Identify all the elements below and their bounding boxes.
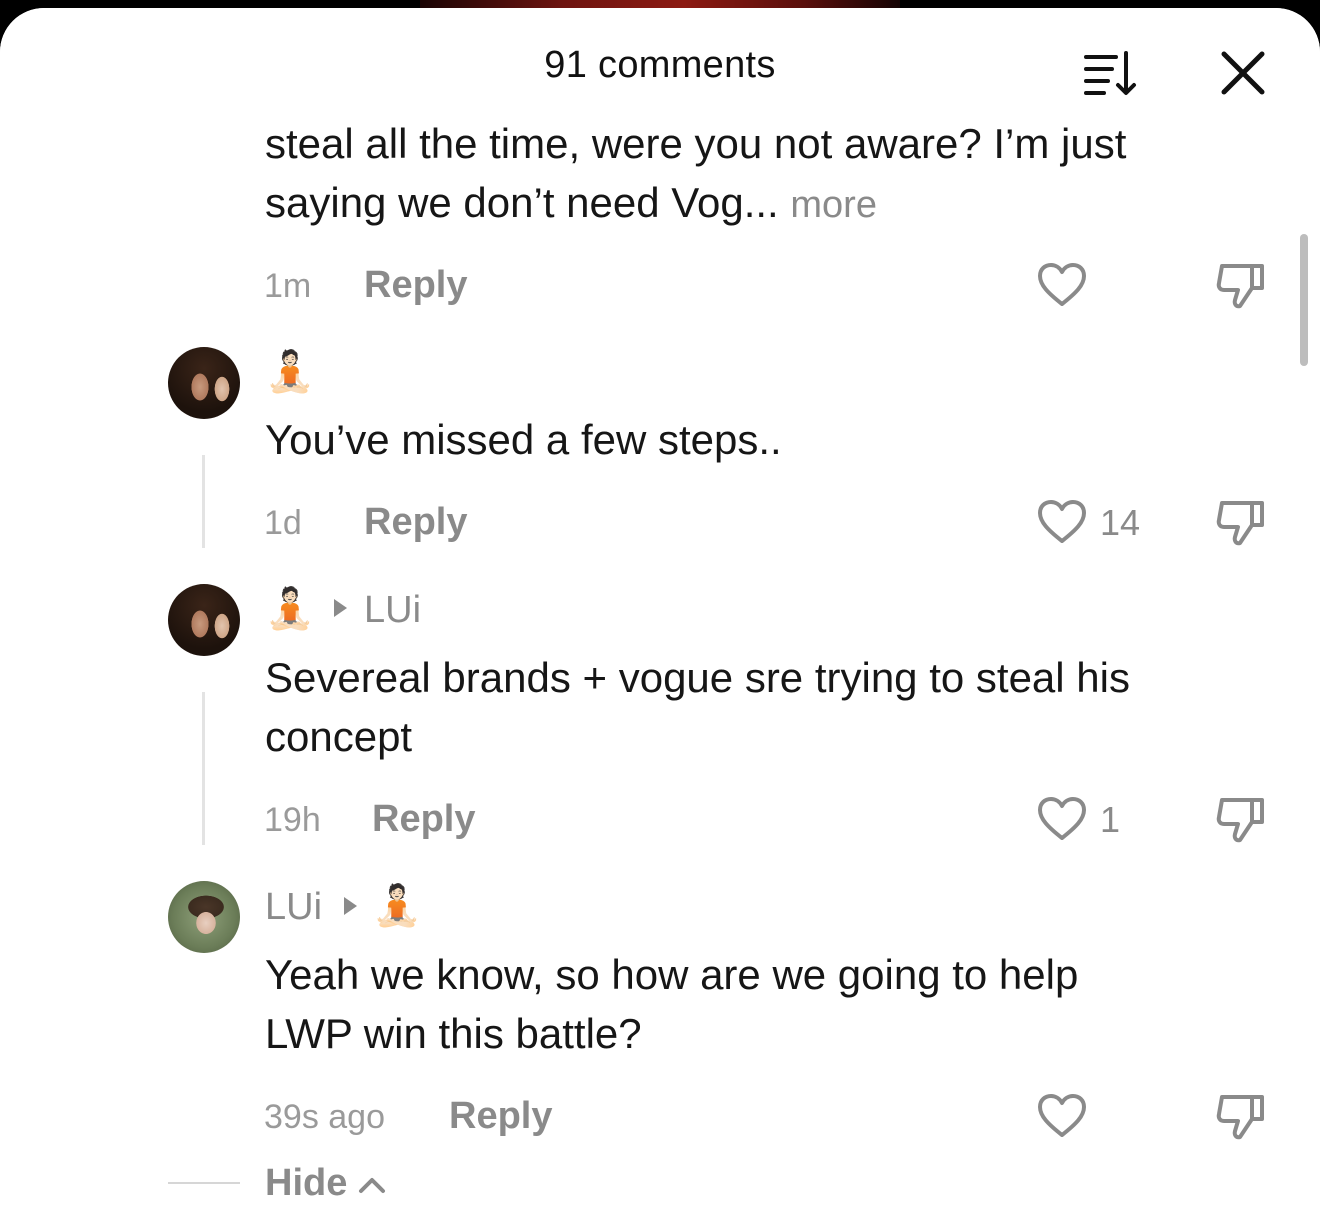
heart-icon[interactable] — [1036, 796, 1088, 842]
reply-to-username[interactable]: LUi — [364, 589, 421, 632]
heart-icon[interactable] — [1036, 262, 1088, 308]
reply-button[interactable]: Reply — [449, 1095, 552, 1138]
comment-text-line: You’ve missed a few steps.. — [265, 416, 782, 463]
reply-arrow-icon — [344, 897, 357, 915]
hide-replies-button[interactable]: Hide — [265, 1162, 347, 1205]
comment-time: 1m — [264, 267, 312, 305]
dislike-icon[interactable] — [1214, 260, 1268, 312]
sort-list-icon[interactable] — [1082, 48, 1140, 98]
reply-arrow-icon — [334, 599, 347, 617]
scrollbar[interactable] — [1300, 234, 1308, 366]
reply-to-emoji[interactable]: 🧘🏻 — [372, 882, 422, 929]
close-icon[interactable] — [1218, 48, 1268, 98]
dislike-icon[interactable] — [1214, 1091, 1268, 1143]
comments-sheet: steal all the time, were you not aware? … — [0, 8, 1320, 1208]
reply-button[interactable]: Reply — [372, 798, 475, 841]
reply-button[interactable]: Reply — [364, 264, 467, 307]
thread-line — [202, 455, 205, 548]
username-emoji[interactable]: 🧘🏻 — [265, 585, 315, 632]
comment-text-line: LWP win this battle? — [265, 1010, 642, 1057]
thread-line — [202, 692, 205, 845]
avatar[interactable] — [168, 881, 240, 953]
comment-time: 1d — [264, 504, 302, 542]
dislike-icon[interactable] — [1214, 794, 1268, 846]
reply-button[interactable]: Reply — [364, 501, 467, 544]
hide-divider — [168, 1182, 240, 1184]
avatar[interactable] — [168, 347, 240, 419]
username[interactable]: LUi — [265, 886, 322, 929]
heart-icon[interactable] — [1036, 499, 1088, 545]
chevron-up-icon[interactable] — [358, 1176, 386, 1194]
comment-text-line: Yeah we know, so how are we going to hel… — [265, 951, 1079, 998]
avatar[interactable] — [168, 584, 240, 656]
dislike-icon[interactable] — [1214, 497, 1268, 549]
comments-header: 91 comments — [0, 8, 1320, 126]
comment-text-line: concept — [265, 713, 413, 760]
like-count: 14 — [1100, 502, 1141, 543]
comment-time: 39s ago — [264, 1098, 385, 1136]
comment-time: 19h — [264, 801, 321, 839]
comment-text-line: Severeal brands + vogue sre trying to st… — [265, 654, 1130, 701]
heart-icon[interactable] — [1036, 1093, 1088, 1139]
comment-text-line: saying we don’t need Vog... more — [265, 179, 877, 226]
more-link[interactable]: more — [790, 184, 877, 226]
username-emoji[interactable]: 🧘🏻 — [265, 348, 315, 395]
like-count: 1 — [1100, 799, 1121, 840]
